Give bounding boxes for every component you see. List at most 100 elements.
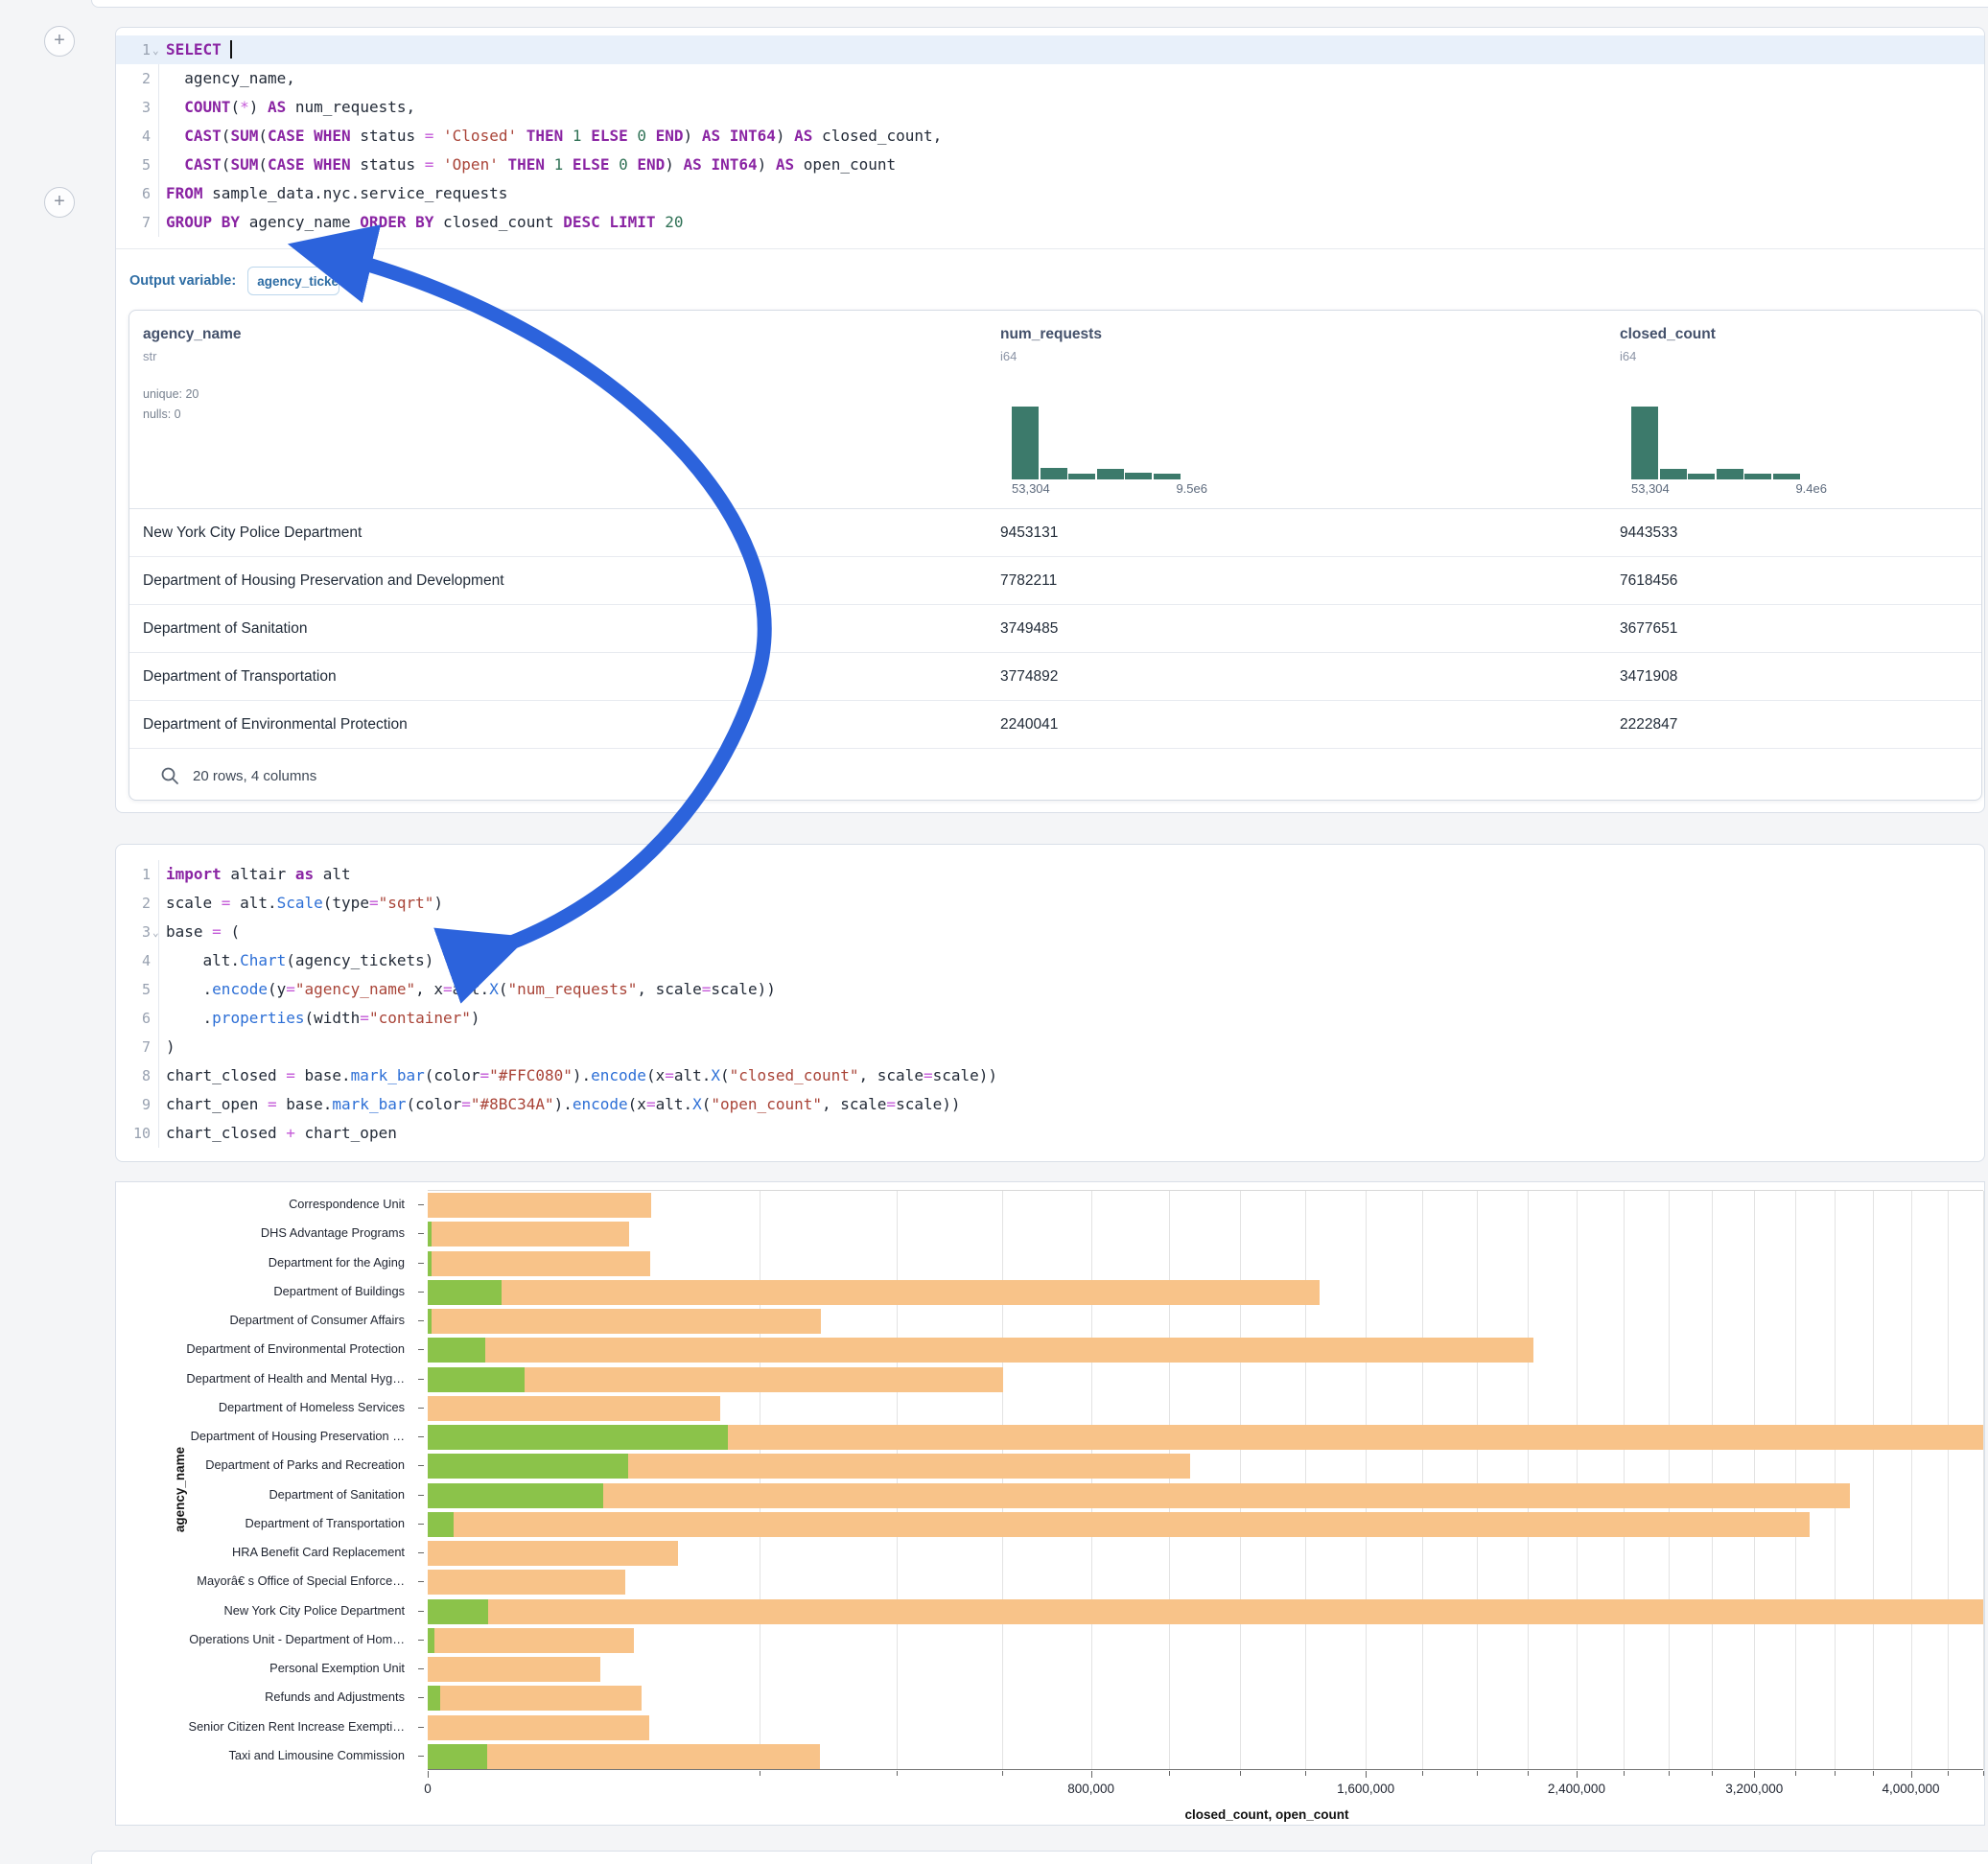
gridline [1528, 1191, 1529, 1769]
chart-bar-open[interactable] [428, 1744, 487, 1769]
code-line[interactable]: 9chart_open = base.mark_bar(color="#8BC3… [116, 1090, 1984, 1119]
code-line[interactable]: 3 COUNT(*) AS num_requests, [116, 93, 1984, 122]
chart-bar-closed[interactable] [428, 1599, 1983, 1624]
y-axis-label: Department of Housing Preservation … [191, 1430, 405, 1443]
table-row[interactable]: Department of Environmental Protection22… [129, 701, 1981, 749]
chart-bar-closed[interactable] [428, 1628, 634, 1653]
y-axis-label: Personal Exemption Unit [269, 1662, 405, 1675]
chart-bar-closed[interactable] [428, 1396, 720, 1421]
python-cell[interactable]: 1import altair as alt2scale = alt.Scale(… [115, 844, 1985, 1162]
column-header-agency_name[interactable]: agency_namestrunique: 20nulls: 0 [129, 311, 987, 508]
search-icon[interactable] [160, 766, 179, 785]
code-line[interactable]: 2scale = alt.Scale(type="sqrt") [116, 889, 1984, 918]
chart-bar-closed[interactable] [428, 1686, 642, 1711]
y-axis-label: HRA Benefit Card Replacement [232, 1546, 405, 1559]
chart-bar-open[interactable] [428, 1599, 488, 1624]
line-number: 4 [116, 122, 151, 151]
chart-bar-closed[interactable] [428, 1280, 1320, 1305]
text-cursor [230, 40, 232, 58]
chart-bar-closed[interactable] [428, 1715, 649, 1740]
code-line[interactable]: 2 agency_name, [116, 64, 1984, 93]
add-cell-button-top[interactable]: + [44, 26, 75, 57]
chart-bar-closed[interactable] [428, 1483, 1850, 1508]
next-cell-edge [91, 1851, 1988, 1864]
chart-bar-open[interactable] [428, 1425, 728, 1450]
table-row[interactable]: Department of Housing Preservation and D… [129, 557, 1981, 605]
chart-bar-closed[interactable] [428, 1193, 651, 1218]
sql-cell[interactable]: 1⌄SELECT 2 agency_name,3 COUNT(*) AS num… [115, 27, 1985, 813]
python-code-editor[interactable]: 1import altair as alt2scale = alt.Scale(… [116, 860, 1984, 1148]
y-axis-label: Department of Health and Mental Hyg… [186, 1372, 405, 1386]
line-number: 1 [116, 860, 151, 889]
table-cell: 9453131 [987, 509, 1606, 556]
chart-bar-closed[interactable] [428, 1570, 625, 1595]
chart-bar-closed[interactable] [428, 1222, 629, 1247]
previous-cell-edge [91, 0, 1988, 8]
result-table[interactable]: agency_namestrunique: 20nulls: 0num_requ… [129, 310, 1982, 801]
chart-bar-open[interactable] [428, 1367, 525, 1392]
histogram-bar [1097, 469, 1124, 479]
code-line[interactable]: 10chart_closed + chart_open [116, 1119, 1984, 1148]
chart-bar-open[interactable] [428, 1251, 432, 1276]
code-line[interactable]: 5 .encode(y="agency_name", x=alt.X("num_… [116, 975, 1984, 1004]
table-row[interactable]: Department of Transportation377489234719… [129, 653, 1981, 701]
code-line[interactable]: 4 CAST(SUM(CASE WHEN status = 'Closed' T… [116, 122, 1984, 151]
y-axis-label: Correspondence Unit [289, 1198, 405, 1211]
y-axis-label: Refunds and Adjustments [265, 1690, 405, 1704]
chart-bar-closed[interactable] [428, 1251, 650, 1276]
chart-bar-open[interactable] [428, 1454, 628, 1479]
add-cell-button-output[interactable]: + [44, 187, 75, 218]
sql-code-editor[interactable]: 1⌄SELECT 2 agency_name,3 COUNT(*) AS num… [116, 35, 1984, 237]
code-line[interactable]: 1import altair as alt [116, 860, 1984, 889]
table-row[interactable]: Department of Sanitation37494853677651 [129, 605, 1981, 653]
chart-bar-closed[interactable] [428, 1541, 678, 1566]
chart-bar-open[interactable] [428, 1338, 485, 1363]
chart-bar-open[interactable] [428, 1686, 440, 1711]
fold-caret-icon[interactable]: ⌄ [152, 36, 159, 65]
y-axis-tick [418, 1756, 424, 1757]
x-axis-tick [1240, 1771, 1241, 1776]
chart-bar-open[interactable] [428, 1309, 432, 1334]
table-cell: Department of Environmental Protection [129, 701, 987, 748]
x-axis-tick [1624, 1771, 1625, 1776]
chart-y-axis-labels: Correspondence UnitDHS Advantage Program… [116, 1190, 416, 1770]
y-axis-label: Senior Citizen Rent Increase Exempti… [189, 1720, 405, 1734]
code-line[interactable]: 7) [116, 1033, 1984, 1061]
chart-bar-open[interactable] [428, 1222, 432, 1247]
code-line[interactable]: 1⌄SELECT [116, 35, 1984, 64]
gridline [1577, 1191, 1578, 1769]
column-header-num_requests[interactable]: num_requestsi6453,3049.5e6 [987, 311, 1606, 508]
x-axis-tick [428, 1771, 429, 1778]
line-number: 7 [116, 1033, 151, 1061]
x-axis-tick [1002, 1771, 1003, 1776]
x-axis-tick [1577, 1771, 1578, 1778]
chart-bar-open[interactable] [428, 1280, 502, 1305]
code-line[interactable]: 5 CAST(SUM(CASE WHEN status = 'Open' THE… [116, 151, 1984, 179]
y-axis-tick [418, 1495, 424, 1496]
chart-bar-closed[interactable] [428, 1338, 1533, 1363]
chart-bar-closed[interactable] [428, 1309, 821, 1334]
chart-y-axis-ticks [418, 1190, 426, 1770]
output-variable-pill[interactable]: agency_tickets [247, 267, 339, 295]
table-cell: 3774892 [987, 653, 1606, 700]
y-axis-tick [418, 1436, 424, 1437]
chart-bar-closed[interactable] [428, 1657, 600, 1682]
code-line[interactable]: 6FROM sample_data.nyc.service_requests [116, 179, 1984, 208]
chart-bar-open[interactable] [428, 1512, 454, 1537]
x-axis-tick [1948, 1771, 1949, 1776]
fold-caret-icon[interactable]: ⌄ [152, 919, 159, 947]
code-line[interactable]: 8chart_closed = base.mark_bar(color="#FF… [116, 1061, 1984, 1090]
x-axis-tick-label: 800,000 [1067, 1782, 1114, 1796]
chart-bar-open[interactable] [428, 1483, 603, 1508]
code-line[interactable]: 3⌄base = ( [116, 918, 1984, 946]
chart-bar-closed[interactable] [428, 1512, 1810, 1537]
chart-x-axis-title: closed_count, open_count [931, 1807, 1602, 1822]
column-type: str [143, 349, 987, 363]
table-row[interactable]: New York City Police Department945313194… [129, 509, 1981, 557]
code-line[interactable]: 6 .properties(width="container") [116, 1004, 1984, 1033]
column-header-closed_count[interactable]: closed_counti6453,3049.4e6 [1606, 311, 1981, 508]
chart-bar-open[interactable] [428, 1628, 434, 1653]
code-line[interactable]: 7GROUP BY agency_name ORDER BY closed_co… [116, 208, 1984, 237]
y-axis-tick [418, 1727, 424, 1728]
code-line[interactable]: 4 alt.Chart(agency_tickets) [116, 946, 1984, 975]
